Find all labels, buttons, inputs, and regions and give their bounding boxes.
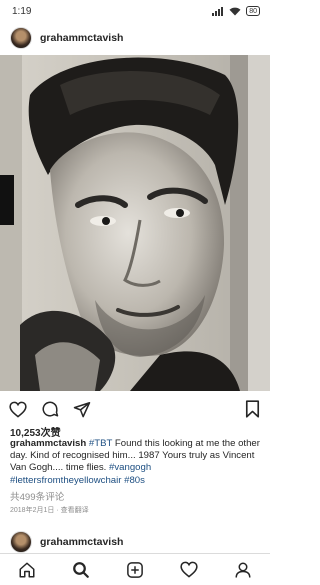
signal-icon [212,6,224,16]
add-post-icon[interactable] [121,556,149,584]
search-icon[interactable] [67,556,95,584]
post-actions [0,398,270,420]
status-time: 1:19 [12,5,32,17]
caption-tag-vangogh[interactable]: #vangogh [109,462,151,473]
avatar[interactable] [10,27,32,49]
battery-level: 80 [249,7,257,15]
battery-icon: 80 [246,6,260,16]
avatar[interactable] [10,531,32,553]
caption-tag-letters[interactable]: #lettersfromtheyellowchair [10,475,121,486]
like-count[interactable]: 10,253次赞 [10,424,61,439]
status-bar: 1:19 80 [0,0,270,22]
portrait-image [0,55,270,391]
bottom-nav [0,553,270,585]
bookmark-icon[interactable] [242,399,262,419]
caption-username[interactable]: grahammctavish [10,438,86,449]
comment-icon[interactable] [40,399,60,419]
caption-tag-80s[interactable]: #80s [124,475,145,486]
post-date[interactable]: 2018年2月1日 · 查看翻译 [10,505,89,515]
share-icon[interactable] [72,399,92,419]
profile-icon[interactable] [229,556,257,584]
post-header: grahammctavish [0,24,270,52]
activity-heart-icon[interactable] [175,556,203,584]
view-comments-link[interactable]: 共499条评论 [10,489,64,503]
home-icon[interactable] [13,556,41,584]
post-caption: grahammctavish #TBT Found this looking a… [10,438,260,487]
post-username[interactable]: grahammctavish [40,32,123,44]
next-post-header: grahammctavish [0,530,270,554]
post-photo[interactable] [0,55,270,391]
heart-icon[interactable] [8,399,28,419]
status-icons: 80 [212,6,260,16]
caption-tag-tbt[interactable]: #TBT [89,438,112,449]
next-post-username[interactable]: grahammctavish [40,536,123,548]
wifi-icon [229,7,241,16]
